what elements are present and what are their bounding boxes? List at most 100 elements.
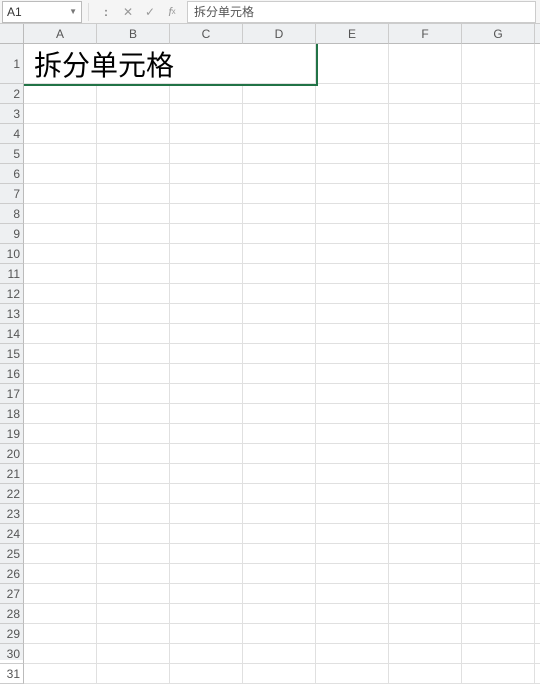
cell-E14[interactable] [316,324,389,344]
cell-H6[interactable] [535,164,540,184]
cell-A27[interactable] [24,584,97,604]
fb-more-button[interactable]: : [97,3,115,21]
cell-B14[interactable] [97,324,170,344]
row-header-31[interactable]: 31 [0,664,24,684]
cell-E20[interactable] [316,444,389,464]
cell-G8[interactable] [462,204,535,224]
cell-B9[interactable] [97,224,170,244]
cell-C19[interactable] [170,424,243,444]
cell-C18[interactable] [170,404,243,424]
cell-H11[interactable] [535,264,540,284]
cell-D19[interactable] [243,424,316,444]
column-header-B[interactable]: B [97,24,170,44]
cell-B19[interactable] [97,424,170,444]
cell-C11[interactable] [170,264,243,284]
row-header-23[interactable]: 23 [0,504,24,524]
cell-G6[interactable] [462,164,535,184]
cell-H29[interactable] [535,624,540,644]
cell-H21[interactable] [535,464,540,484]
cell-H15[interactable] [535,344,540,364]
cell-B4[interactable] [97,124,170,144]
cell-C27[interactable] [170,584,243,604]
cell-G2[interactable] [462,84,535,104]
cell-B26[interactable] [97,564,170,584]
cell-F9[interactable] [389,224,462,244]
cell-H10[interactable] [535,244,540,264]
cell-A19[interactable] [24,424,97,444]
row-header-28[interactable]: 28 [0,604,24,624]
cell-D26[interactable] [243,564,316,584]
cell-A9[interactable] [24,224,97,244]
row-header-19[interactable]: 19 [0,424,24,444]
cell-C8[interactable] [170,204,243,224]
cell-D13[interactable] [243,304,316,324]
cell-G13[interactable] [462,304,535,324]
cell-E31[interactable] [316,664,389,684]
cell-E29[interactable] [316,624,389,644]
cell-G12[interactable] [462,284,535,304]
cell-D29[interactable] [243,624,316,644]
cell-D6[interactable] [243,164,316,184]
cell-H19[interactable] [535,424,540,444]
cell-E26[interactable] [316,564,389,584]
cell-G31[interactable] [462,664,535,684]
cell-C17[interactable] [170,384,243,404]
cell-C10[interactable] [170,244,243,264]
cell-A20[interactable] [24,444,97,464]
cell-E3[interactable] [316,104,389,124]
cell-F27[interactable] [389,584,462,604]
cell-F18[interactable] [389,404,462,424]
cell-A24[interactable] [24,524,97,544]
cell-A1-merged[interactable]: 拆分单元格 [24,44,316,84]
cell-B18[interactable] [97,404,170,424]
row-header-16[interactable]: 16 [0,364,24,384]
cell-D15[interactable] [243,344,316,364]
cell-C6[interactable] [170,164,243,184]
cell-D27[interactable] [243,584,316,604]
cell-G1[interactable] [462,44,535,84]
cell-A4[interactable] [24,124,97,144]
cell-E27[interactable] [316,584,389,604]
cell-B5[interactable] [97,144,170,164]
select-all-corner[interactable] [0,24,24,44]
cell-H20[interactable] [535,444,540,464]
cell-A14[interactable] [24,324,97,344]
cell-B20[interactable] [97,444,170,464]
cell-C21[interactable] [170,464,243,484]
cell-H9[interactable] [535,224,540,244]
cell-D2[interactable] [243,84,316,104]
cell-B13[interactable] [97,304,170,324]
row-header-15[interactable]: 15 [0,344,24,364]
cell-B23[interactable] [97,504,170,524]
cell-E10[interactable] [316,244,389,264]
cell-G18[interactable] [462,404,535,424]
cell-A15[interactable] [24,344,97,364]
cell-A11[interactable] [24,264,97,284]
cell-E2[interactable] [316,84,389,104]
cell-A8[interactable] [24,204,97,224]
cell-F7[interactable] [389,184,462,204]
cell-C23[interactable] [170,504,243,524]
cell-H13[interactable] [535,304,540,324]
cell-D9[interactable] [243,224,316,244]
cell-F1[interactable] [389,44,462,84]
cell-A28[interactable] [24,604,97,624]
column-header-G[interactable]: G [462,24,535,44]
cell-B11[interactable] [97,264,170,284]
row-header-27[interactable]: 27 [0,584,24,604]
cell-A31[interactable] [24,664,97,684]
cell-B2[interactable] [97,84,170,104]
cell-A26[interactable] [24,564,97,584]
row-header-2[interactable]: 2 [0,84,24,104]
cell-A6[interactable] [24,164,97,184]
cell-C3[interactable] [170,104,243,124]
cell-G17[interactable] [462,384,535,404]
cell-F31[interactable] [389,664,462,684]
cell-E12[interactable] [316,284,389,304]
cell-F23[interactable] [389,504,462,524]
cell-F14[interactable] [389,324,462,344]
cell-H31[interactable] [535,664,540,684]
cell-F22[interactable] [389,484,462,504]
cell-C5[interactable] [170,144,243,164]
cell-C9[interactable] [170,224,243,244]
